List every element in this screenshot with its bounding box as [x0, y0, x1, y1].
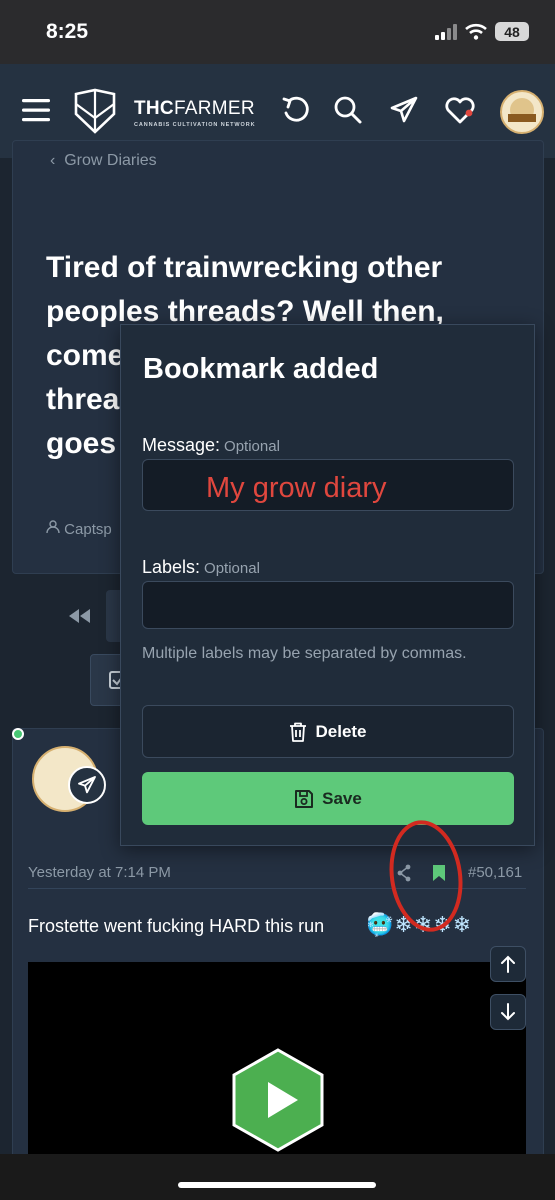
- home-area: [0, 1154, 555, 1200]
- wifi-icon: [465, 23, 487, 40]
- hamburger-icon: [22, 99, 50, 122]
- message-field[interactable]: My grow diary: [142, 459, 514, 511]
- labels-hint: Multiple labels may be separated by comm…: [142, 645, 467, 662]
- history-icon: [282, 96, 309, 122]
- avatar-logo-icon: [508, 98, 536, 122]
- user-icon: [46, 520, 60, 534]
- heart-icon: [445, 97, 475, 124]
- message-value: My grow diary: [206, 472, 387, 504]
- brand-name: THCFARMER: [134, 98, 255, 119]
- save-button[interactable]: Save: [142, 772, 514, 825]
- status-time: 8:25: [46, 20, 89, 43]
- brand-tagline: CANNABIS CULTIVATION NETWORK: [134, 122, 256, 128]
- home-indicator[interactable]: [178, 1182, 376, 1188]
- play-icon: [232, 1048, 324, 1152]
- scroll-down-button[interactable]: [490, 994, 526, 1030]
- status-bar: 8:25 48: [0, 0, 555, 64]
- status-icons: 48: [435, 22, 529, 41]
- search-button[interactable]: [326, 88, 370, 132]
- scroll-up-button[interactable]: [490, 946, 526, 982]
- post-timestamp[interactable]: Yesterday at 7:14 PM: [28, 864, 171, 881]
- delete-button[interactable]: Delete: [142, 705, 514, 758]
- search-icon: [334, 96, 362, 124]
- labels-field[interactable]: [142, 581, 514, 629]
- whats-new-button[interactable]: [274, 88, 318, 132]
- signal-icon: [435, 23, 457, 40]
- dialog-title: Bookmark added: [143, 353, 379, 385]
- message-label: Message: Optional: [142, 435, 280, 455]
- share-badge[interactable]: [68, 766, 106, 804]
- double-chevron-left-icon: [69, 609, 90, 623]
- battery-indicator: 48: [495, 22, 529, 41]
- arrow-down-icon: [501, 1003, 515, 1021]
- first-page-button[interactable]: [58, 598, 102, 634]
- thread-author[interactable]: Captsp: [46, 520, 112, 538]
- menu-button[interactable]: [14, 88, 58, 132]
- alerts-button[interactable]: [438, 88, 482, 132]
- paper-plane-icon: [390, 96, 418, 123]
- paper-plane-icon: [78, 776, 96, 794]
- online-indicator: [12, 728, 24, 740]
- messages-button[interactable]: [382, 88, 426, 132]
- bookmark-dialog: Bookmark added Message: Optional My grow …: [120, 324, 535, 846]
- labels-label: Labels: Optional: [142, 557, 260, 577]
- save-icon: [295, 789, 314, 808]
- brand[interactable]: THCFARMER CANNABIS CULTIVATION NETWORK: [134, 98, 255, 128]
- post-text: Frostette went fucking HARD this run: [28, 916, 325, 936]
- breadcrumb[interactable]: ‹ Grow Diaries: [50, 152, 157, 170]
- site-logo[interactable]: [70, 86, 120, 136]
- trash-icon: [290, 722, 307, 742]
- arrow-up-icon: [501, 955, 515, 973]
- play-button[interactable]: [232, 1048, 324, 1157]
- post-number[interactable]: #50,161: [468, 864, 522, 881]
- user-avatar[interactable]: [500, 90, 544, 134]
- thcfarmer-logo-icon: [74, 88, 116, 134]
